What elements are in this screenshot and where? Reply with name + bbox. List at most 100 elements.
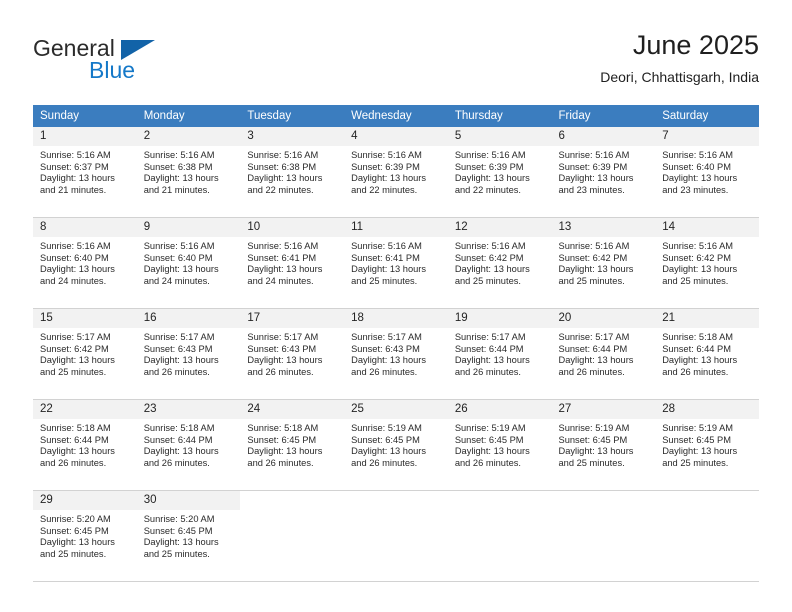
sunrise-text: Sunrise: 5:19 AM	[351, 423, 422, 433]
sunrise-text: Sunrise: 5:17 AM	[247, 332, 319, 342]
sunrise-text: Sunrise: 5:16 AM	[40, 150, 111, 160]
day-details: Sunrise: 5:16 AM Sunset: 6:40 PM Daylight:…	[655, 146, 759, 196]
daylight-text-line2: and 22 minutes.	[247, 184, 314, 195]
calendar-day-cell[interactable]: 29 Sunrise: 5:20 AM Sunset: 6:45 PM Dayligh…	[33, 490, 137, 582]
daylight-text-line1: Daylight: 13 hours	[143, 264, 219, 275]
weekday-header-saturday: Saturday	[655, 105, 759, 127]
calendar-day-cell[interactable]: 23 Sunrise: 5:18 AM Sunset: 6:44 PM Dayligh…	[136, 399, 241, 491]
calendar-day-cell[interactable]: 27 Sunrise: 5:19 AM Sunset: 6:45 PM Dayligh…	[551, 399, 656, 491]
day-number: 14	[655, 218, 759, 237]
daylight-text-line1: Daylight: 13 hours	[40, 355, 115, 366]
day-details: Sunrise: 5:17 AM Sunset: 6:43 PM Daylight:…	[137, 328, 241, 378]
calendar-day-cell[interactable]: 26 Sunrise: 5:19 AM Sunset: 6:45 PM Dayligh…	[447, 399, 552, 491]
day-details: Sunrise: 5:17 AM Sunset: 6:43 PM Daylight:…	[344, 328, 448, 378]
calendar-day-cell[interactable]: 21 Sunrise: 5:18 AM Sunset: 6:44 PM Dayligh…	[655, 308, 759, 400]
calendar-day-cell[interactable]: 10 Sunrise: 5:16 AM Sunset: 6:41 PM Dayligh…	[240, 217, 345, 309]
day-details: Sunrise: 5:16 AM Sunset: 6:39 PM Daylight:…	[552, 146, 656, 196]
day-details: Sunrise: 5:16 AM Sunset: 6:41 PM Daylight:…	[240, 237, 344, 287]
calendar-day-cell[interactable]: 19 Sunrise: 5:17 AM Sunset: 6:44 PM Dayligh…	[447, 308, 552, 400]
sunrise-text: Sunrise: 5:16 AM	[247, 241, 319, 251]
day-number: 13	[551, 218, 656, 237]
sunset-text: Sunset: 6:38 PM	[143, 161, 213, 172]
calendar-day-cell[interactable]: 13 Sunrise: 5:16 AM Sunset: 6:42 PM Dayligh…	[551, 217, 656, 309]
daylight-text-line1: Daylight: 13 hours	[143, 355, 219, 366]
day-number: 12	[447, 218, 552, 237]
daylight-text-line2: and 26 minutes.	[454, 457, 521, 468]
calendar-day-cell[interactable]: 11 Sunrise: 5:16 AM Sunset: 6:41 PM Dayligh…	[344, 217, 448, 309]
daylight-text-line2: and 26 minutes.	[247, 457, 314, 468]
day-details: Sunrise: 5:16 AM Sunset: 6:40 PM Daylight:…	[33, 237, 137, 287]
sunset-text: Sunset: 6:40 PM	[40, 252, 109, 263]
day-number: 1	[33, 127, 137, 146]
day-number: 15	[33, 309, 137, 328]
daylight-text-line1: Daylight: 13 hours	[558, 264, 634, 275]
daylight-text-line2: and 26 minutes.	[40, 457, 107, 468]
calendar-day-cell[interactable]: 8 Sunrise: 5:16 AM Sunset: 6:40 PM Daylight…	[33, 217, 137, 309]
daylight-text-line2: and 26 minutes.	[247, 366, 314, 377]
day-number: 4	[344, 127, 448, 146]
page-header: General Blue June 2025 Deori, Chhattisga…	[33, 28, 759, 96]
day-number: 27	[551, 400, 656, 419]
logo-word-blue: Blue	[89, 57, 136, 83]
generalblue-logo[interactable]: General Blue	[33, 36, 243, 92]
daylight-text-line2: and 25 minutes.	[351, 275, 418, 286]
daylight-text-line2: and 23 minutes.	[662, 184, 729, 195]
calendar-day-cell[interactable]: 30 Sunrise: 5:20 AM Sunset: 6:45 PM Dayligh…	[136, 490, 241, 582]
day-details: Sunrise: 5:19 AM Sunset: 6:45 PM Daylight:…	[344, 419, 448, 469]
calendar-day-cell[interactable]: 20 Sunrise: 5:17 AM Sunset: 6:44 PM Dayligh…	[551, 308, 656, 400]
sunrise-text: Sunrise: 5:16 AM	[454, 241, 526, 251]
daylight-text-line1: Daylight: 13 hours	[40, 173, 115, 184]
sunset-text: Sunset: 6:39 PM	[454, 161, 524, 172]
sunrise-text: Sunrise: 5:16 AM	[143, 150, 215, 160]
calendar-day-cell[interactable]: 2 Sunrise: 5:16 AM Sunset: 6:38 PM Daylight…	[136, 127, 241, 218]
calendar-day-cell-empty	[344, 490, 448, 582]
daylight-text-line1: Daylight: 13 hours	[454, 264, 530, 275]
daylight-text-line2: and 25 minutes.	[40, 548, 107, 559]
sunset-text: Sunset: 6:42 PM	[662, 252, 731, 263]
calendar-day-cell[interactable]: 1 Sunrise: 5:16 AM Sunset: 6:37 PM Daylight…	[33, 127, 137, 218]
daylight-text-line2: and 22 minutes.	[454, 184, 521, 195]
sunrise-text: Sunrise: 5:16 AM	[143, 241, 215, 251]
daylight-text-line1: Daylight: 13 hours	[40, 537, 115, 548]
calendar-day-cell[interactable]: 28 Sunrise: 5:19 AM Sunset: 6:45 PM Dayligh…	[655, 399, 759, 491]
calendar-week-row: 1 Sunrise: 5:16 AM Sunset: 6:37 PM Daylight…	[33, 127, 759, 218]
calendar-day-cell[interactable]: 18 Sunrise: 5:17 AM Sunset: 6:43 PM Dayligh…	[344, 308, 448, 400]
sunrise-text: Sunrise: 5:16 AM	[454, 150, 526, 160]
daylight-text-line1: Daylight: 13 hours	[558, 355, 634, 366]
sunrise-text: Sunrise: 5:17 AM	[351, 332, 422, 342]
calendar-day-cell[interactable]: 12 Sunrise: 5:16 AM Sunset: 6:42 PM Dayligh…	[447, 217, 552, 309]
daylight-text-line1: Daylight: 13 hours	[143, 173, 219, 184]
sunrise-text: Sunrise: 5:16 AM	[247, 150, 319, 160]
calendar-day-cell[interactable]: 5 Sunrise: 5:16 AM Sunset: 6:39 PM Daylight…	[447, 127, 552, 218]
sunset-text: Sunset: 6:41 PM	[247, 252, 317, 263]
day-details: Sunrise: 5:17 AM Sunset: 6:44 PM Daylight:…	[552, 328, 656, 378]
day-details: Sunrise: 5:18 AM Sunset: 6:44 PM Daylight:…	[33, 419, 137, 469]
day-details: Sunrise: 5:17 AM Sunset: 6:42 PM Daylight:…	[33, 328, 137, 378]
calendar-day-cell-empty	[447, 490, 552, 582]
calendar-day-cell[interactable]: 14 Sunrise: 5:16 AM Sunset: 6:42 PM Dayligh…	[655, 217, 759, 309]
calendar-grid: Sunday Monday Tuesday Wednesday Thursday Frid…	[33, 105, 759, 582]
daylight-text-line2: and 22 minutes.	[351, 184, 418, 195]
calendar-day-cell[interactable]: 7 Sunrise: 5:16 AM Sunset: 6:40 PM Daylight…	[655, 127, 759, 218]
calendar-day-cell[interactable]: 25 Sunrise: 5:19 AM Sunset: 6:45 PM Dayligh…	[344, 399, 448, 491]
sunset-text: Sunset: 6:42 PM	[40, 343, 109, 354]
daylight-text-line1: Daylight: 13 hours	[143, 446, 219, 457]
calendar-day-cell[interactable]: 24 Sunrise: 5:18 AM Sunset: 6:45 PM Dayligh…	[240, 399, 345, 491]
daylight-text-line2: and 26 minutes.	[143, 457, 210, 468]
day-details: Sunrise: 5:19 AM Sunset: 6:45 PM Daylight:…	[552, 419, 656, 469]
daylight-text-line1: Daylight: 13 hours	[351, 446, 427, 457]
calendar-day-cell[interactable]: 6 Sunrise: 5:16 AM Sunset: 6:39 PM Daylight…	[551, 127, 656, 218]
sunrise-text: Sunrise: 5:20 AM	[143, 514, 215, 524]
calendar-day-cell[interactable]: 22 Sunrise: 5:18 AM Sunset: 6:44 PM Dayligh…	[33, 399, 137, 491]
calendar-day-cell[interactable]: 15 Sunrise: 5:17 AM Sunset: 6:42 PM Dayligh…	[33, 308, 137, 400]
calendar-day-cell[interactable]: 9 Sunrise: 5:16 AM Sunset: 6:40 PM Daylight…	[136, 217, 241, 309]
calendar-day-cell[interactable]: 3 Sunrise: 5:16 AM Sunset: 6:38 PM Daylight…	[240, 127, 345, 218]
calendar-day-cell[interactable]: 17 Sunrise: 5:17 AM Sunset: 6:43 PM Dayligh…	[240, 308, 345, 400]
day-details: Sunrise: 5:20 AM Sunset: 6:45 PM Daylight:…	[137, 510, 241, 560]
day-number: 30	[136, 491, 241, 510]
calendar-day-cell[interactable]: 16 Sunrise: 5:17 AM Sunset: 6:43 PM Dayligh…	[136, 308, 241, 400]
calendar-day-cell[interactable]: 4 Sunrise: 5:16 AM Sunset: 6:39 PM Daylight…	[344, 127, 448, 218]
daylight-text-line2: and 25 minutes.	[558, 457, 625, 468]
day-number: 5	[447, 127, 552, 146]
daylight-text-line2: and 25 minutes.	[40, 366, 107, 377]
